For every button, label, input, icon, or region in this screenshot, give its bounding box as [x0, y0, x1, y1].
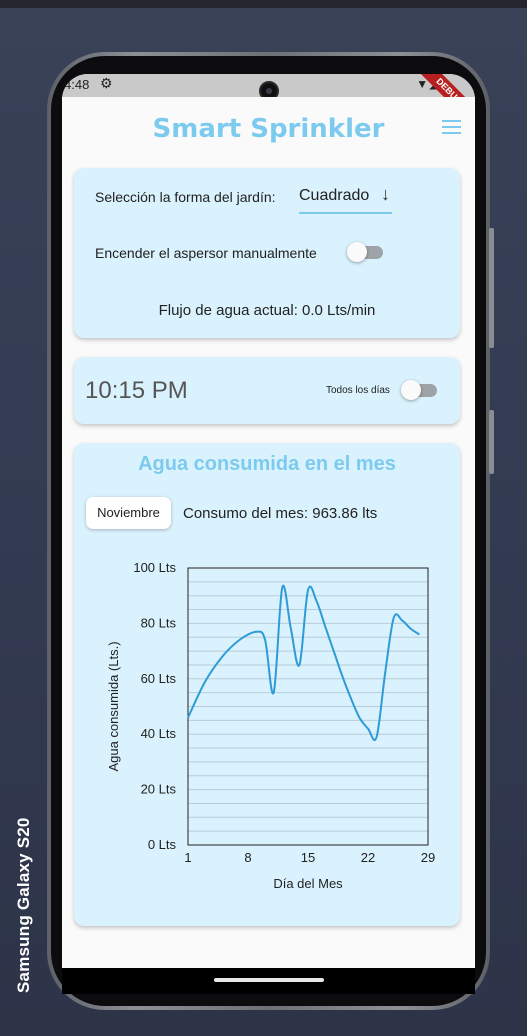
y-tick-label: 0 Lts	[148, 837, 177, 852]
status-time: 4:48	[64, 77, 90, 92]
consumption-title: Agua consumida en el mes	[138, 453, 396, 475]
x-tick-label: 29	[421, 850, 435, 865]
app-bar: Smart Sprinkler	[62, 97, 475, 155]
x-tick-label: 22	[361, 850, 375, 865]
arrow-down-icon: ↓	[381, 184, 390, 204]
shape-value: Cuadrado	[299, 187, 370, 204]
x-axis-ticks: 1 8 15 22 29	[184, 850, 435, 865]
everyday-label: Todos los días	[326, 385, 390, 396]
x-tick-label: 15	[301, 850, 315, 865]
hamburger-menu-icon[interactable]	[442, 120, 461, 138]
manual-sprinkler-label: Encender el aspersor manualmente	[95, 245, 317, 261]
water-consumption-chart: 0 Lts20 Lts40 Lts60 Lts80 Lts100 Lts 181…	[106, 560, 435, 891]
y-tick-label: 60 Lts	[141, 671, 177, 686]
app-screen: 4:48 ⚙ ▼◢▮ DEBUG Smart Sprinkler Selecci…	[62, 74, 475, 994]
shape-dropdown[interactable]: Cuadrado ↓	[299, 184, 392, 214]
schedule-time[interactable]: 10:15 PM	[85, 377, 188, 405]
month-button[interactable]: Noviembre	[86, 497, 171, 529]
manual-sprinkler-toggle[interactable]	[347, 242, 383, 262]
gear-icon: ⚙	[100, 75, 113, 91]
consumption-card: Agua consumida en el mes Noviembre Consu…	[74, 443, 460, 926]
app-title: Smart Sprinkler	[152, 114, 385, 144]
y-axis-ticks: 0 Lts 20 Lts 40 Lts 60 Lts 80 Lts 100 Lts	[133, 560, 176, 852]
water-flow-text: Flujo de agua actual: 0.0 Lts/min	[158, 302, 376, 319]
y-axis-label: Agua consumida (Lts.)	[106, 641, 121, 771]
x-tick-label: 1	[184, 850, 191, 865]
y-tick-label: 80 Lts	[141, 615, 177, 630]
chart-grid	[188, 581, 428, 832]
window-top-edge	[0, 0, 527, 8]
schedule-card: 10:15 PM Todos los días	[74, 357, 460, 424]
monthly-total: Consumo del mes: 963.86 lts	[183, 505, 378, 522]
y-tick-label: 40 Lts	[141, 726, 177, 741]
device-label: Samsung Galaxy S20	[14, 817, 33, 993]
volume-button	[489, 228, 494, 348]
y-tick-label: 20 Lts	[141, 782, 177, 797]
settings-card: Selección la forma del jardín: Cuadrado …	[74, 168, 460, 338]
shape-label: Selección la forma del jardín:	[95, 189, 276, 205]
home-gesture-bar[interactable]	[214, 978, 324, 982]
series-line	[187, 584, 420, 742]
power-button	[489, 410, 494, 474]
everyday-toggle[interactable]	[401, 380, 437, 400]
navigation-bar	[62, 968, 475, 994]
x-axis-label: Día del Mes	[273, 876, 343, 891]
x-tick-label: 8	[244, 850, 251, 865]
y-tick-label: 100 Lts	[133, 560, 176, 575]
